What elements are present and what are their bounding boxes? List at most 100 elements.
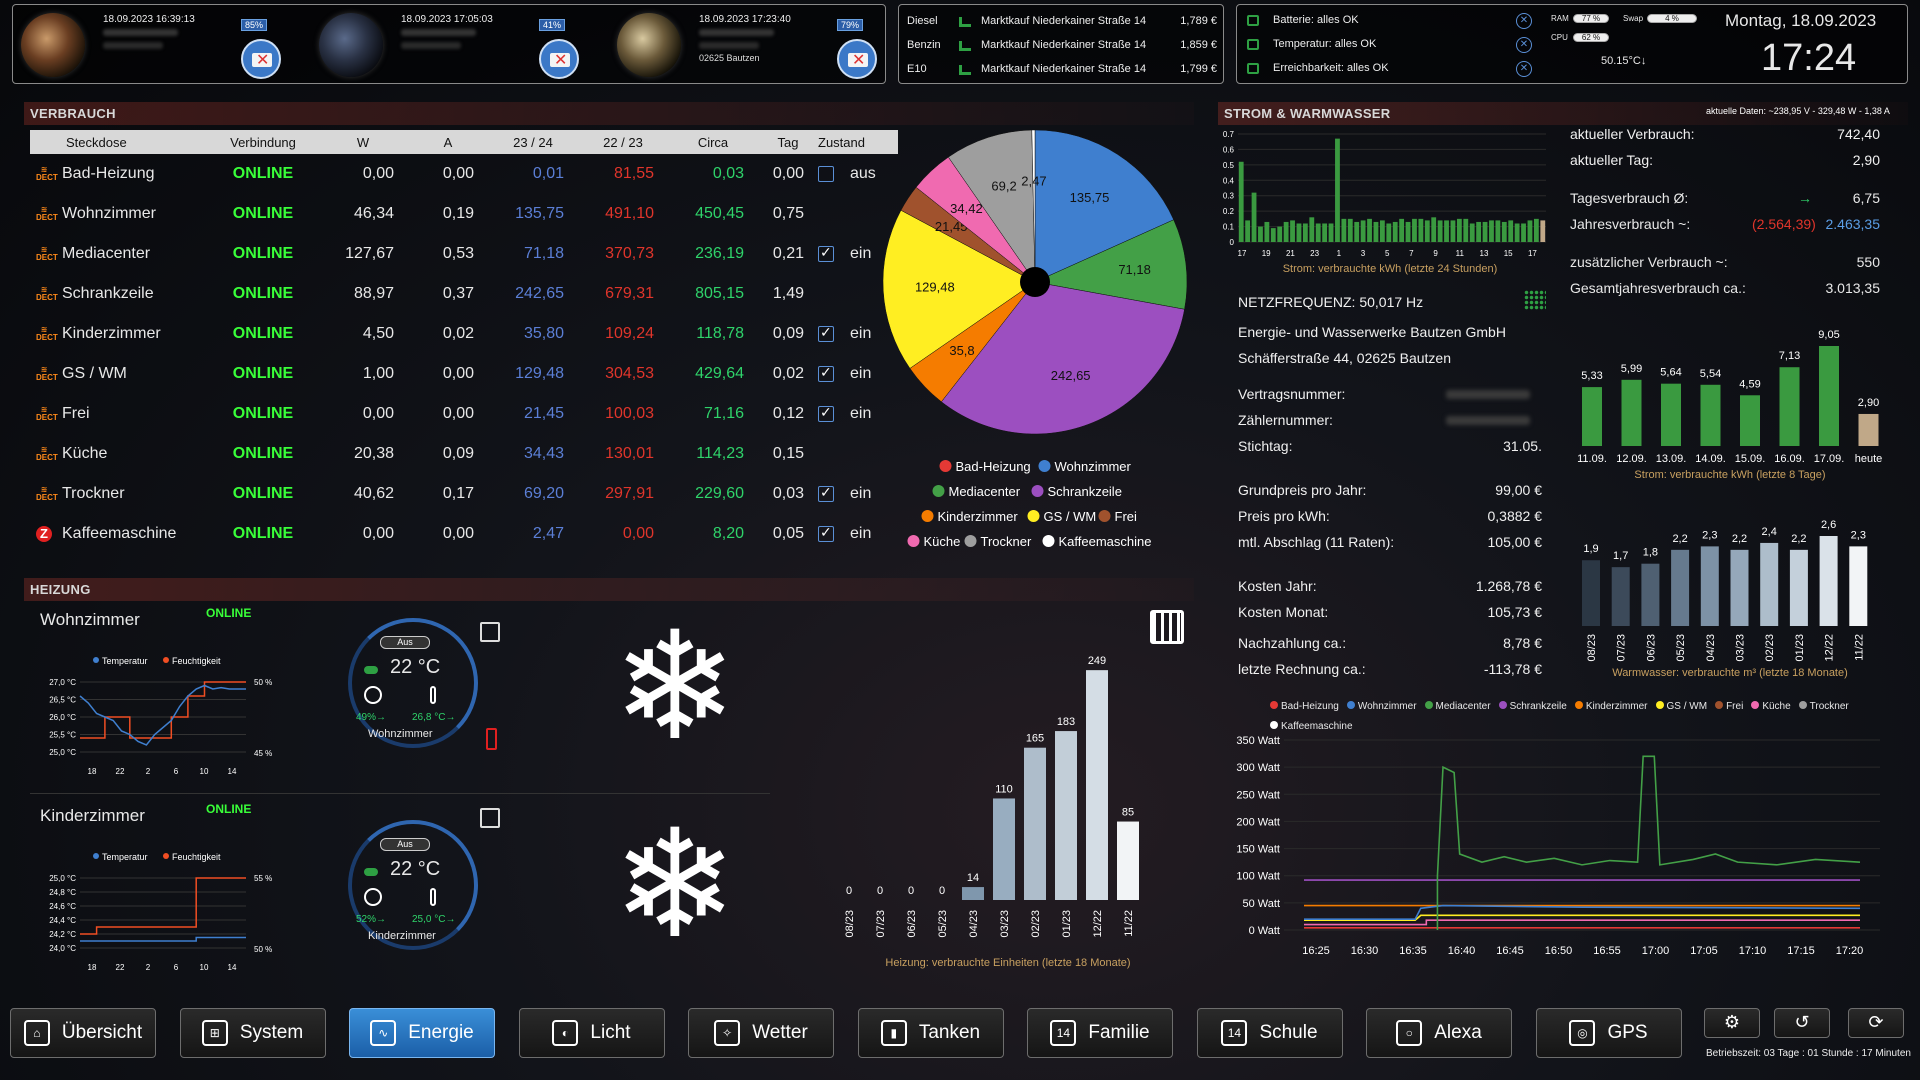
chart-label: 01/23 [1061, 910, 1073, 938]
bar-value: 0 [939, 885, 945, 897]
nav-button-bersicht[interactable]: ⌂ Übersicht [10, 1008, 156, 1058]
close-icon[interactable]: ✕ [1516, 13, 1532, 29]
fuel-icon: ▮ [880, 1020, 907, 1046]
mail-datetime: 18.09.2023 16:39:13 [103, 14, 195, 25]
daily-bar [1740, 395, 1760, 446]
nav-button-licht[interactable]: ◐ Licht [518, 1008, 665, 1058]
water-bar [1849, 546, 1868, 626]
nav-button-familie[interactable]: 14 Familie [1027, 1008, 1173, 1058]
info-value: 99,00 € [1495, 482, 1542, 498]
circa-value: 450,45 [695, 205, 744, 222]
nav-button-energie[interactable]: ∿ Energie [349, 1008, 495, 1058]
status-text: Erreichbarkeit: alles OK [1273, 62, 1389, 74]
chart-label: 135,75 [1070, 190, 1110, 205]
hourly-bar [1283, 221, 1289, 242]
legend-swatch [907, 535, 920, 547]
cpu-bar: 62 % [1573, 33, 1609, 42]
chart-label: Kinderzimmer [938, 509, 1019, 524]
power-toggle-checkbox[interactable] [818, 524, 834, 542]
day-value: 0,05 [772, 525, 804, 542]
water-bar [1671, 549, 1690, 626]
hourly-bar [1328, 223, 1334, 242]
room-checkbox[interactable] [480, 622, 500, 642]
heating-bar [993, 798, 1015, 900]
close-icon[interactable]: ✕ [1516, 61, 1532, 77]
watt-value: 88,97 [353, 285, 394, 302]
mail-panel: 18.09.2023 16:39:13 85% 18.09.2023 17:05… [12, 4, 886, 84]
water-bar [1700, 546, 1719, 626]
nav-button-alexa[interactable]: ○ Alexa [1366, 1008, 1512, 1058]
legend-label: GS / WM [1666, 701, 1708, 712]
legend-label: Küche [1762, 701, 1791, 712]
hourly-bar [1489, 220, 1494, 242]
day-value: 0,09 [772, 325, 804, 342]
chart-label: 50 Watt [1243, 898, 1281, 910]
mode-button[interactable]: Aus [380, 636, 430, 649]
dect-icon: ≋ DECT [36, 204, 58, 222]
room-checkbox[interactable] [480, 808, 500, 828]
cpu-label: CPU [1551, 33, 1568, 42]
radiator-icon[interactable] [1150, 610, 1184, 644]
power-toggle-checkbox[interactable] [818, 484, 834, 502]
device-name: ≋ DECT GS / WM [30, 354, 208, 394]
legend-swatch [1038, 460, 1051, 472]
water-bar [1789, 549, 1808, 626]
power-toggle-checkbox[interactable] [818, 324, 834, 342]
chart-label: 11/22 [1123, 910, 1135, 937]
chart-label: 22 [116, 963, 125, 972]
mail-envelope-icon[interactable] [539, 39, 579, 79]
tages-arrow: → [1798, 190, 1812, 206]
provider-name: Energie- und Wasserwerke Bautzen GmbH [1238, 324, 1506, 340]
power-toggle-checkbox[interactable] [818, 244, 834, 262]
refresh-button[interactable]: ⟳ [1848, 1008, 1904, 1038]
nav-button-gps[interactable]: ◎ GPS [1535, 1008, 1682, 1058]
state-label: ein [850, 525, 872, 542]
mail-envelope-icon[interactable] [837, 39, 877, 79]
ampere-value: 0,02 [442, 325, 474, 342]
zusatz-value: 550 [1856, 254, 1880, 270]
hourly-bar [1392, 221, 1398, 242]
thermometer-icon [430, 686, 436, 704]
chart-label: 04/23 [1705, 634, 1717, 662]
day-value: 0,21 [772, 245, 804, 262]
nav-button-wetter[interactable]: ✧ Wetter [688, 1008, 834, 1058]
legend-swatch [1031, 485, 1044, 497]
nav-button-tanken[interactable]: ▮ Tanken [857, 1008, 1004, 1058]
mail-sender-blurred [699, 29, 774, 36]
nav-button-schule[interactable]: 14 Schule [1196, 1008, 1343, 1058]
chart-label: 17:05 [1690, 945, 1718, 957]
power-toggle-checkbox[interactable] [818, 364, 834, 382]
legend-swatch [1027, 510, 1040, 522]
year-2324-value: 135,75 [515, 205, 564, 222]
chart-label: 16:45 [1496, 945, 1524, 957]
history-button[interactable]: ↺ [1774, 1008, 1830, 1038]
close-icon[interactable]: ✕ [1516, 37, 1532, 53]
chart-label: 0 Watt [1249, 925, 1280, 937]
temperature-line [80, 936, 246, 942]
col-header: Circa [668, 130, 758, 154]
consumption-table: Steckdose Verbindung W A 23 / 24 22 / 23… [30, 130, 898, 554]
settings-button[interactable]: ⚙ [1704, 1008, 1760, 1038]
legend-item: Trockner [1798, 701, 1849, 712]
legend-item: Wohnzimmer [1346, 701, 1417, 712]
power-toggle-checkbox[interactable] [818, 404, 834, 422]
chart-label: Wohnzimmer [1055, 459, 1132, 474]
humidity-line [80, 681, 246, 739]
year-2223-value: 370,73 [605, 245, 654, 262]
provider-address: Schäfferstraße 44, 02625 Bautzen [1238, 350, 1451, 366]
nav-button-system[interactable]: ⊞ System [179, 1008, 326, 1058]
section-title-verbrauch: Verbrauch [24, 102, 1194, 125]
chart-label: 6 [174, 767, 179, 776]
device-label: Mediacenter [62, 245, 151, 262]
room-history-chart: Temperatur Feuchtigkeit 27,0 °C 26,5 °C 26,0… [49, 656, 272, 776]
mode-button[interactable]: Aus [380, 838, 430, 851]
chart-label: 16:50 [1545, 945, 1573, 957]
mail-envelope-icon[interactable] [241, 39, 281, 79]
chart-label: Strom: verbrauchte kWh (letzte 8 Tage) [1634, 469, 1825, 481]
hourly-bar [1521, 223, 1526, 242]
state-label: ein [850, 325, 872, 342]
chart-label: 12.09. [1616, 453, 1647, 465]
chart-label: 25,0 °C [49, 748, 76, 757]
home-icon: ⌂ [23, 1020, 50, 1046]
power-toggle-checkbox[interactable] [818, 165, 834, 182]
